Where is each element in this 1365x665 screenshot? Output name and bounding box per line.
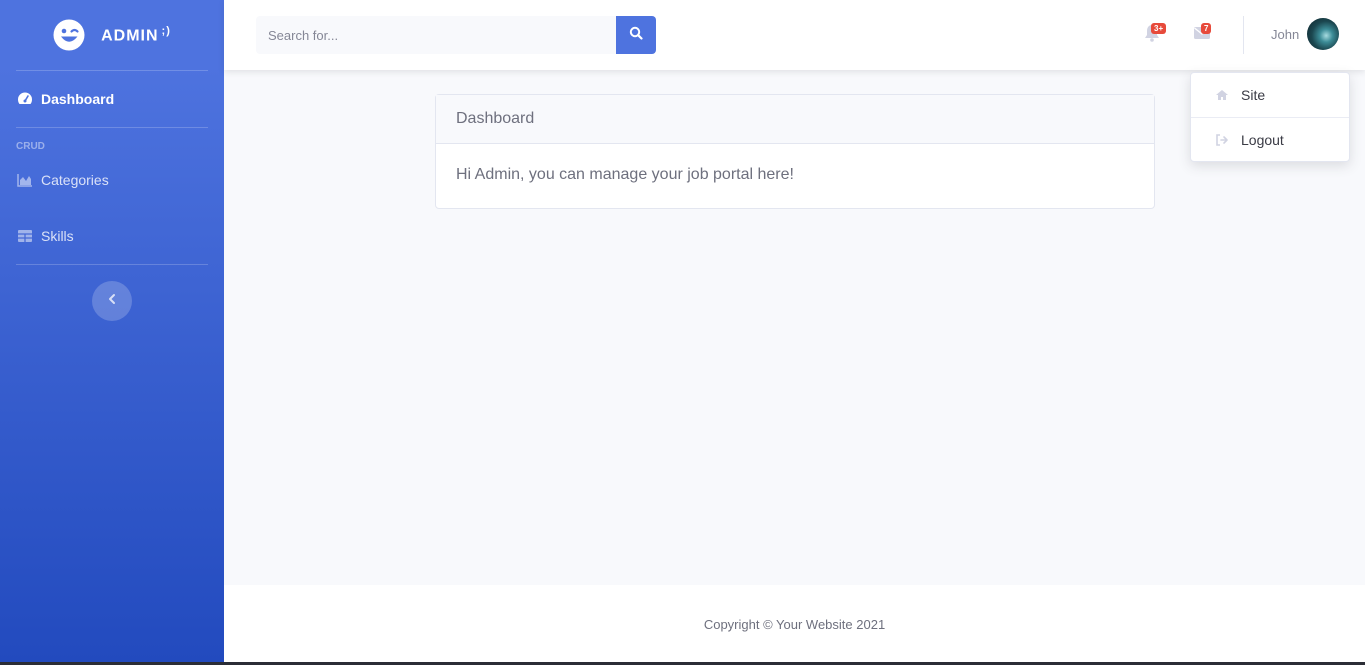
brand-suffix: ;) — [161, 24, 171, 37]
brand-name: ADMIN — [101, 27, 159, 45]
dashboard-gauge-icon — [16, 90, 34, 108]
card-body: Hi Admin, you can manage your job portal… — [456, 166, 794, 183]
sidebar: ADMIN;) Dashboard CRUD Categories Skills — [0, 0, 224, 665]
avatar — [1307, 18, 1340, 50]
messages-button[interactable]: 7 — [1191, 23, 1213, 46]
dashboard-card: Dashboard Hi Admin, you can manage your … — [435, 94, 1155, 209]
search-form — [256, 16, 656, 54]
area-chart-icon — [16, 171, 34, 189]
brand-title: ADMIN;) — [101, 25, 171, 45]
sidebar-heading: CRUD — [16, 141, 45, 152]
user-dropdown-menu: Site Logout — [1190, 72, 1350, 162]
menu-item-label: Site — [1241, 87, 1266, 103]
search-input[interactable] — [256, 16, 616, 54]
sidebar-item-skills[interactable]: Skills — [0, 208, 224, 264]
menu-item-site[interactable]: Site — [1191, 73, 1349, 117]
search-button[interactable] — [616, 16, 656, 54]
sidebar-brand[interactable]: ADMIN;) — [0, 0, 224, 70]
sidebar-item-label: Categories — [41, 172, 109, 188]
card-title: Dashboard — [436, 95, 1154, 144]
sidebar-toggle-button[interactable] — [92, 281, 132, 321]
menu-item-label: Logout — [1241, 132, 1284, 148]
laugh-wink-icon — [53, 19, 85, 51]
footer: Copyright © Your Website 2021 — [224, 585, 1365, 663]
user-dropdown-toggle[interactable]: John — [1271, 18, 1340, 50]
sidebar-item-categories[interactable]: Categories — [0, 152, 224, 208]
sidebar-item-label: Dashboard — [41, 91, 115, 107]
alerts-button[interactable]: 3+ — [1141, 23, 1167, 46]
chevron-left-icon — [107, 292, 117, 310]
home-icon — [1215, 88, 1229, 102]
copyright-text: Copyright © Your Website 2021 — [703, 616, 886, 632]
topbar: 3+ 7 John — [224, 0, 1365, 70]
topbar-divider — [1243, 16, 1244, 54]
sidebar-toggle-wrap — [0, 265, 224, 321]
search-icon — [629, 26, 643, 45]
table-icon — [16, 227, 34, 245]
messages-badge: 7 — [1201, 23, 1212, 34]
sidebar-item-label: Skills — [41, 228, 74, 244]
alerts-badge: 3+ — [1151, 23, 1167, 34]
menu-item-logout[interactable]: Logout — [1191, 118, 1349, 162]
sidebar-item-dashboard[interactable]: Dashboard — [0, 71, 224, 127]
user-name: John — [1271, 26, 1300, 42]
sign-out-icon — [1215, 133, 1229, 147]
